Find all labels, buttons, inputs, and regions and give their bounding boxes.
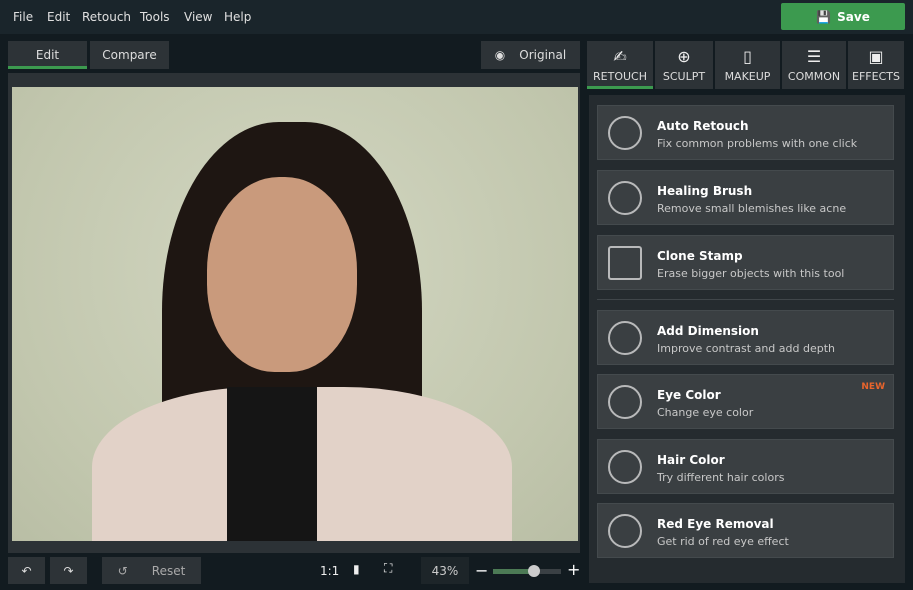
tab-compare-label: Compare — [102, 48, 157, 62]
stamp-icon — [608, 246, 642, 280]
hair-icon — [608, 450, 642, 484]
tool-hair-color[interactable]: Hair Color Try different hair colors — [597, 439, 894, 494]
tab-label: EFFECTS — [852, 70, 900, 83]
portrait-photo — [12, 87, 578, 541]
menu-tools[interactable]: Tools — [140, 10, 170, 24]
active-indicator — [587, 86, 653, 89]
tool-auto-retouch[interactable]: Auto Retouch Fix common problems with one… — [597, 105, 894, 160]
zoom-out-button[interactable]: − — [475, 561, 488, 580]
tool-desc: Erase bigger objects with this tool — [657, 267, 845, 280]
menu-help[interactable]: Help — [224, 10, 251, 24]
tab-sculpt[interactable]: ⊕ SCULPT — [655, 41, 713, 89]
original-button[interactable]: ◉ Original — [481, 41, 580, 69]
tool-add-dimension[interactable]: Add Dimension Improve contrast and add de… — [597, 310, 894, 365]
fullscreen-icon[interactable]: ⛶ — [384, 561, 392, 576]
dimension-face-icon — [608, 321, 642, 355]
red-eye-icon — [608, 514, 642, 548]
canvas-area[interactable] — [8, 73, 580, 553]
tab-makeup[interactable]: ▯ MAKEUP — [715, 41, 780, 89]
actual-size-button[interactable]: 1:1 — [320, 564, 339, 578]
tool-title: Healing Brush — [657, 184, 753, 198]
tab-common[interactable]: ☰ COMMON — [782, 41, 846, 89]
tab-compare[interactable]: Compare — [90, 41, 169, 69]
original-label: Original — [519, 48, 567, 62]
tool-desc: Get rid of red eye effect — [657, 535, 789, 548]
bandage-icon — [608, 181, 642, 215]
tab-edit[interactable]: Edit — [8, 41, 87, 69]
tool-title: Red Eye Removal — [657, 517, 774, 531]
sliders-icon: ☰ — [806, 47, 822, 66]
menu-file[interactable]: File — [13, 10, 33, 24]
tool-desc: Remove small blemishes like acne — [657, 202, 847, 215]
zoom-value[interactable]: 43% — [421, 557, 469, 584]
new-badge: NEW — [861, 382, 885, 392]
menu-bar: File Edit Retouch Tools View Help 💾 Save — [0, 0, 913, 34]
retouch-icon: ✍ — [613, 47, 627, 66]
zoom-in-button[interactable]: + — [567, 560, 580, 579]
tab-edit-label: Edit — [35, 48, 60, 62]
makeup-icon: ▯ — [743, 47, 752, 66]
tool-title: Clone Stamp — [657, 249, 743, 263]
fit-face-icon[interactable]: ▮ — [353, 562, 360, 576]
zoom-slider-thumb[interactable] — [527, 565, 540, 577]
auto-retouch-icon — [608, 116, 642, 150]
tool-red-eye-removal[interactable]: Red Eye Removal Get rid of red eye effect — [597, 503, 894, 558]
reset-button[interactable]: ↺ Reset — [102, 557, 201, 584]
zoom-label: 43% — [431, 563, 459, 578]
eye-icon — [608, 385, 642, 419]
tool-title: Hair Color — [657, 453, 725, 467]
tool-title: Add Dimension — [657, 324, 759, 338]
menu-retouch[interactable]: Retouch — [82, 10, 131, 24]
tab-effects[interactable]: ▣ EFFECTS — [848, 41, 904, 89]
redo-button[interactable]: ↷ — [50, 557, 87, 584]
tool-title: Auto Retouch — [657, 119, 749, 133]
tab-label: RETOUCH — [593, 70, 647, 83]
eye-icon: ◉ — [494, 48, 506, 62]
tool-title: Eye Color — [657, 388, 721, 402]
active-indicator — [8, 66, 87, 69]
undo-icon: ↶ — [21, 563, 32, 578]
tool-eye-color[interactable]: Eye Color Change eye color NEW — [597, 374, 894, 429]
redo-icon: ↷ — [63, 563, 74, 578]
reset-label: Reset — [151, 563, 186, 578]
divider — [597, 299, 894, 300]
effects-icon: ▣ — [868, 47, 884, 66]
tab-label: SCULPT — [662, 70, 706, 83]
undo-button[interactable]: ↶ — [8, 557, 45, 584]
tool-healing-brush[interactable]: Healing Brush Remove small blemishes like… — [597, 170, 894, 225]
reset-icon: ↺ — [117, 563, 128, 578]
tab-label: COMMON — [787, 70, 841, 83]
tool-desc: Fix common problems with one click — [657, 137, 858, 150]
menu-edit[interactable]: Edit — [47, 10, 70, 24]
tab-label: MAKEUP — [724, 70, 771, 83]
tool-desc: Improve contrast and add depth — [657, 342, 836, 355]
zoom-slider[interactable] — [493, 565, 561, 577]
tools-panel: Auto Retouch Fix common problems with one… — [589, 95, 905, 583]
sculpt-icon: ⊕ — [677, 47, 691, 66]
menu-view[interactable]: View — [184, 10, 212, 24]
floppy-icon: 💾 — [816, 9, 832, 24]
tool-desc: Change eye color — [657, 406, 754, 419]
save-button[interactable]: 💾 Save — [781, 3, 905, 30]
tool-clone-stamp[interactable]: Clone Stamp Erase bigger objects with thi… — [597, 235, 894, 290]
tab-retouch[interactable]: ✍ RETOUCH — [587, 41, 653, 89]
tool-desc: Try different hair colors — [657, 471, 785, 484]
